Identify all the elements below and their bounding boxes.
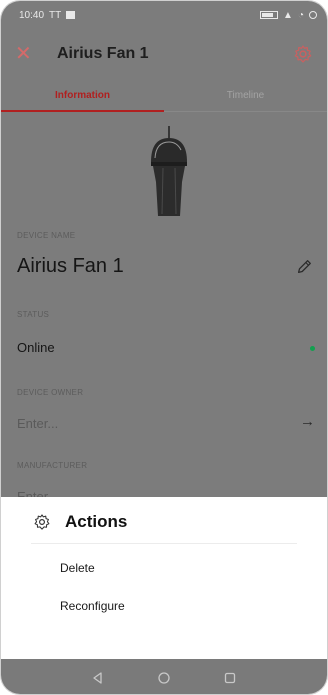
device-owner-input[interactable]: Enter... xyxy=(17,416,58,431)
sheet-divider xyxy=(31,543,297,544)
arrow-right-icon[interactable]: → xyxy=(300,413,315,430)
device-details: DEVICE NAME Airius Fan 1 STATUS Online D… xyxy=(1,112,327,504)
device-name-label: DEVICE NAME xyxy=(17,231,76,240)
signal-icon: ▲ xyxy=(283,9,293,21)
page-title: Airius Fan 1 xyxy=(57,45,149,62)
status-value: Online xyxy=(17,340,55,355)
phone-screen: 10:40 TT ▲ ◔ ✕ Airius Fan 1 Information … xyxy=(0,0,328,695)
battery-icon xyxy=(260,11,279,19)
close-icon[interactable]: ✕ xyxy=(15,44,39,64)
pencil-icon[interactable] xyxy=(295,258,313,276)
online-status-dot xyxy=(310,346,315,351)
notification-icon xyxy=(66,11,76,19)
status-label: STATUS xyxy=(17,310,50,319)
status-left: 10:40 TT xyxy=(19,9,76,21)
sheet-header: Actions xyxy=(1,497,327,547)
actions-sheet: Actions Delete Reconfigure xyxy=(1,497,327,659)
gear-icon[interactable] xyxy=(293,44,313,64)
manufacturer-label: MANUFACTURER xyxy=(17,461,88,470)
sheet-title: Actions xyxy=(65,512,128,531)
delete-action[interactable]: Delete xyxy=(60,561,95,575)
tab-timeline[interactable]: Timeline xyxy=(164,79,327,111)
status-time: 10:40 xyxy=(19,9,45,21)
system-nav-bar xyxy=(1,659,327,694)
wifi-icon: ◔ xyxy=(297,9,304,21)
fan-device-image xyxy=(151,126,187,216)
sync-icon xyxy=(309,11,317,19)
triangle-back-icon[interactable] xyxy=(91,671,105,685)
circle-home-icon[interactable] xyxy=(157,671,171,685)
status-right: ▲ ◔ xyxy=(260,10,317,21)
device-name-value: Airius Fan 1 xyxy=(17,255,124,277)
square-recent-icon[interactable] xyxy=(223,671,237,685)
status-bar: 10:40 TT ▲ ◔ xyxy=(1,1,327,29)
reconfigure-action[interactable]: Reconfigure xyxy=(60,599,125,613)
settings-gear-icon xyxy=(34,514,50,530)
tab-bar: Information Timeline xyxy=(1,79,327,112)
app-header: ✕ Airius Fan 1 xyxy=(1,29,327,79)
status-extra: TT xyxy=(49,9,62,21)
device-owner-label: DEVICE OWNER xyxy=(17,388,84,397)
tab-information[interactable]: Information xyxy=(1,79,164,112)
